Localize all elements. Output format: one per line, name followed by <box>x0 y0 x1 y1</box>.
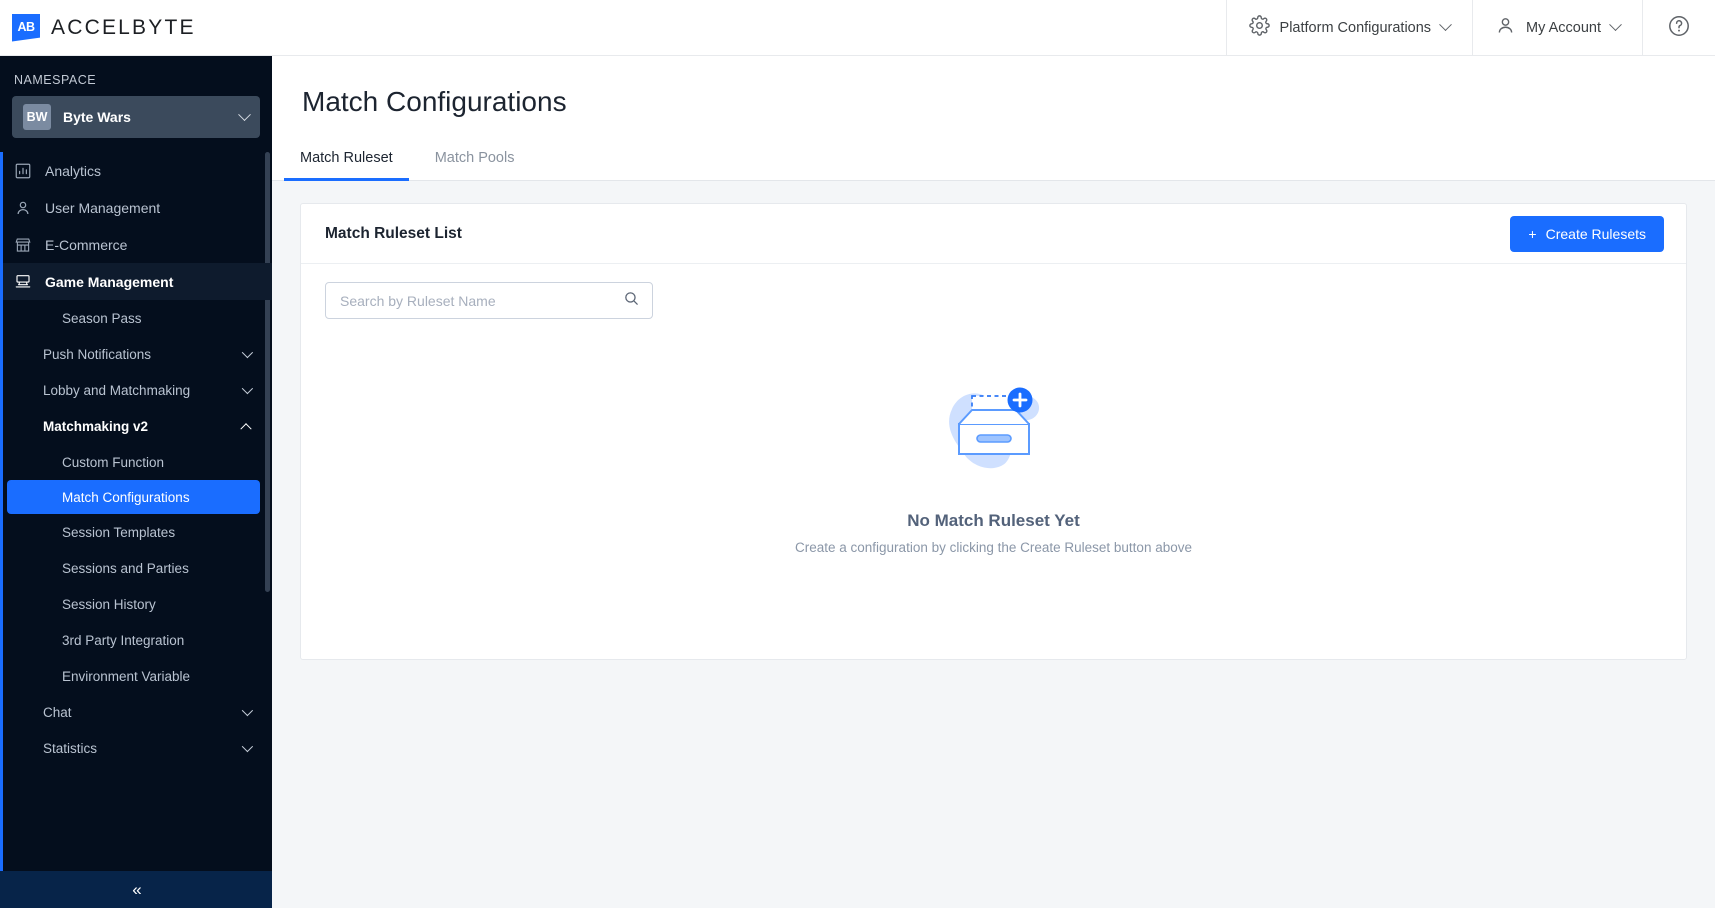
sidebar-sub-label: Statistics <box>43 740 98 756</box>
sidebar-sub-label: Matchmaking v2 <box>43 418 149 434</box>
namespace-badge: BW <box>23 104 51 130</box>
sidebar-item-environment-variable[interactable]: Environment Variable <box>0 658 272 694</box>
sidebar-sub-label: Push Notifications <box>43 346 152 362</box>
sidebar-navigation: NAMESPACE BW Byte Wars Analytics User Ma… <box>0 56 272 908</box>
platform-configurations-menu[interactable]: Platform Configurations <box>1225 0 1473 56</box>
sidebar-item-statistics[interactable]: Statistics <box>0 730 272 766</box>
chevron-down-icon <box>1439 18 1452 32</box>
sidebar-sub-label: 3rd Party Integration <box>62 632 185 648</box>
card-header: Match Ruleset List + Create Rulesets <box>301 204 1686 264</box>
my-account-label: My Account <box>1526 19 1601 36</box>
game-icon <box>14 273 32 291</box>
create-rulesets-label: Create Rulesets <box>1545 225 1646 242</box>
platform-configurations-label: Platform Configurations <box>1279 19 1432 36</box>
gear-icon <box>1248 15 1270 40</box>
sidebar-collapse-button[interactable]: « <box>0 871 272 908</box>
sidebar-item-lobby-and-matchmaking[interactable]: Lobby and Matchmaking <box>0 372 272 408</box>
tab-match-ruleset[interactable]: Match Ruleset <box>284 140 409 181</box>
sidebar-item-3rd-party-integration[interactable]: 3rd Party Integration <box>0 622 272 658</box>
help-button[interactable] <box>1642 0 1715 56</box>
sidebar-item-session-templates[interactable]: Session Templates <box>0 514 272 550</box>
sidebar-sub-label: Custom Function <box>62 454 165 470</box>
double-chevron-left-icon: « <box>132 879 142 899</box>
sidebar-item-sessions-and-parties[interactable]: Sessions and Parties <box>0 550 272 586</box>
main-content: Match Configurations Match Ruleset Match… <box>272 56 1715 908</box>
namespace-label: NAMESPACE <box>14 73 97 87</box>
sidebar-item-e-commerce[interactable]: E-Commerce <box>0 226 272 263</box>
sidebar-label: E-Commerce <box>45 236 128 253</box>
search-input[interactable] <box>340 292 623 309</box>
top-header-bar: AB ACCELBYTE Platform Configurations My … <box>0 0 1715 56</box>
sidebar-item-session-history[interactable]: Session History <box>0 586 272 622</box>
chevron-down-icon <box>1609 18 1622 32</box>
tab-label: Match Ruleset <box>300 150 393 166</box>
content-background: Match Ruleset List + Create Rulesets Sea… <box>272 181 1715 908</box>
sidebar-item-analytics[interactable]: Analytics <box>0 152 272 189</box>
card-title: Match Ruleset List <box>325 224 462 242</box>
brand-mark-text: AB <box>17 19 35 34</box>
sidebar-item-match-configurations[interactable]: Match Configurations <box>7 480 260 514</box>
sidebar-label: Game Management <box>45 273 174 290</box>
chevron-down-icon <box>238 107 251 121</box>
sidebar-item-game-management[interactable]: Game Management <box>0 263 272 300</box>
page-header: Match Configurations <box>272 56 1715 118</box>
search-ruleset-field[interactable] <box>325 282 653 319</box>
plus-icon: + <box>1528 225 1537 242</box>
sidebar-sub-label: Season Pass <box>62 310 142 326</box>
sidebar-label: User Management <box>45 199 161 216</box>
namespace-selector[interactable]: BW Byte Wars <box>12 96 260 138</box>
search-icon[interactable] <box>623 290 640 312</box>
user-avatar-icon <box>1495 15 1516 40</box>
sidebar-sub-label: Lobby and Matchmaking <box>43 382 191 398</box>
empty-state-subtitle: Create a configuration by clicking the C… <box>795 540 1192 555</box>
chevron-down-icon <box>241 740 254 753</box>
chevron-down-icon <box>241 382 254 395</box>
sidebar-label: Analytics <box>45 162 102 179</box>
tab-label: Match Pools <box>434 150 515 166</box>
match-ruleset-card: Match Ruleset List + Create Rulesets Sea… <box>300 203 1687 660</box>
analytics-icon <box>14 162 32 180</box>
brand-name: ACCELBYTE <box>51 15 196 39</box>
my-account-menu[interactable]: My Account <box>1472 0 1642 56</box>
sidebar-scroll-area: Analytics User Management E-Commerce Gam… <box>0 152 272 871</box>
sidebar-sub-label: Chat <box>43 704 72 720</box>
sidebar-item-user-management[interactable]: User Management <box>0 189 272 226</box>
sidebar-item-chat[interactable]: Chat <box>0 694 272 730</box>
sidebar-sub-label: Environment Variable <box>62 668 191 684</box>
sidebar-item-push-notifications[interactable]: Push Notifications <box>0 336 272 372</box>
chevron-up-icon <box>240 423 252 435</box>
accelbyte-logo-icon: AB <box>12 13 40 42</box>
tab-bar: Match Ruleset Match Pools <box>272 140 1715 181</box>
brand-logo[interactable]: AB ACCELBYTE <box>0 13 300 42</box>
page-title: Match Configurations <box>302 86 567 117</box>
sidebar-item-season-pass[interactable]: Season Pass <box>0 300 272 336</box>
chevron-down-icon <box>241 346 254 359</box>
sidebar-sub-label: Session Templates <box>62 524 176 540</box>
user-icon <box>14 199 32 217</box>
sidebar-sub-label: Session History <box>62 596 156 612</box>
create-rulesets-button[interactable]: + Create Rulesets <box>1510 215 1664 252</box>
sidebar-item-matchmaking-v2[interactable]: Matchmaking v2 <box>0 408 272 444</box>
card-body: No Match Ruleset Yet Create a configurat… <box>301 264 1686 659</box>
sidebar-item-custom-function[interactable]: Custom Function <box>0 444 272 480</box>
help-circle-icon <box>1667 14 1691 42</box>
empty-state: No Match Ruleset Yet Create a configurat… <box>301 369 1686 555</box>
empty-inbox-illustration <box>948 387 1039 469</box>
store-icon <box>14 236 32 254</box>
namespace-name: Byte Wars <box>63 109 131 125</box>
sidebar-sub-label: Sessions and Parties <box>62 560 189 576</box>
sidebar-sub-label: Match Configurations <box>62 489 190 505</box>
empty-state-title: No Match Ruleset Yet <box>907 511 1080 530</box>
chevron-down-icon <box>241 704 254 717</box>
tab-match-pools[interactable]: Match Pools <box>419 140 531 181</box>
